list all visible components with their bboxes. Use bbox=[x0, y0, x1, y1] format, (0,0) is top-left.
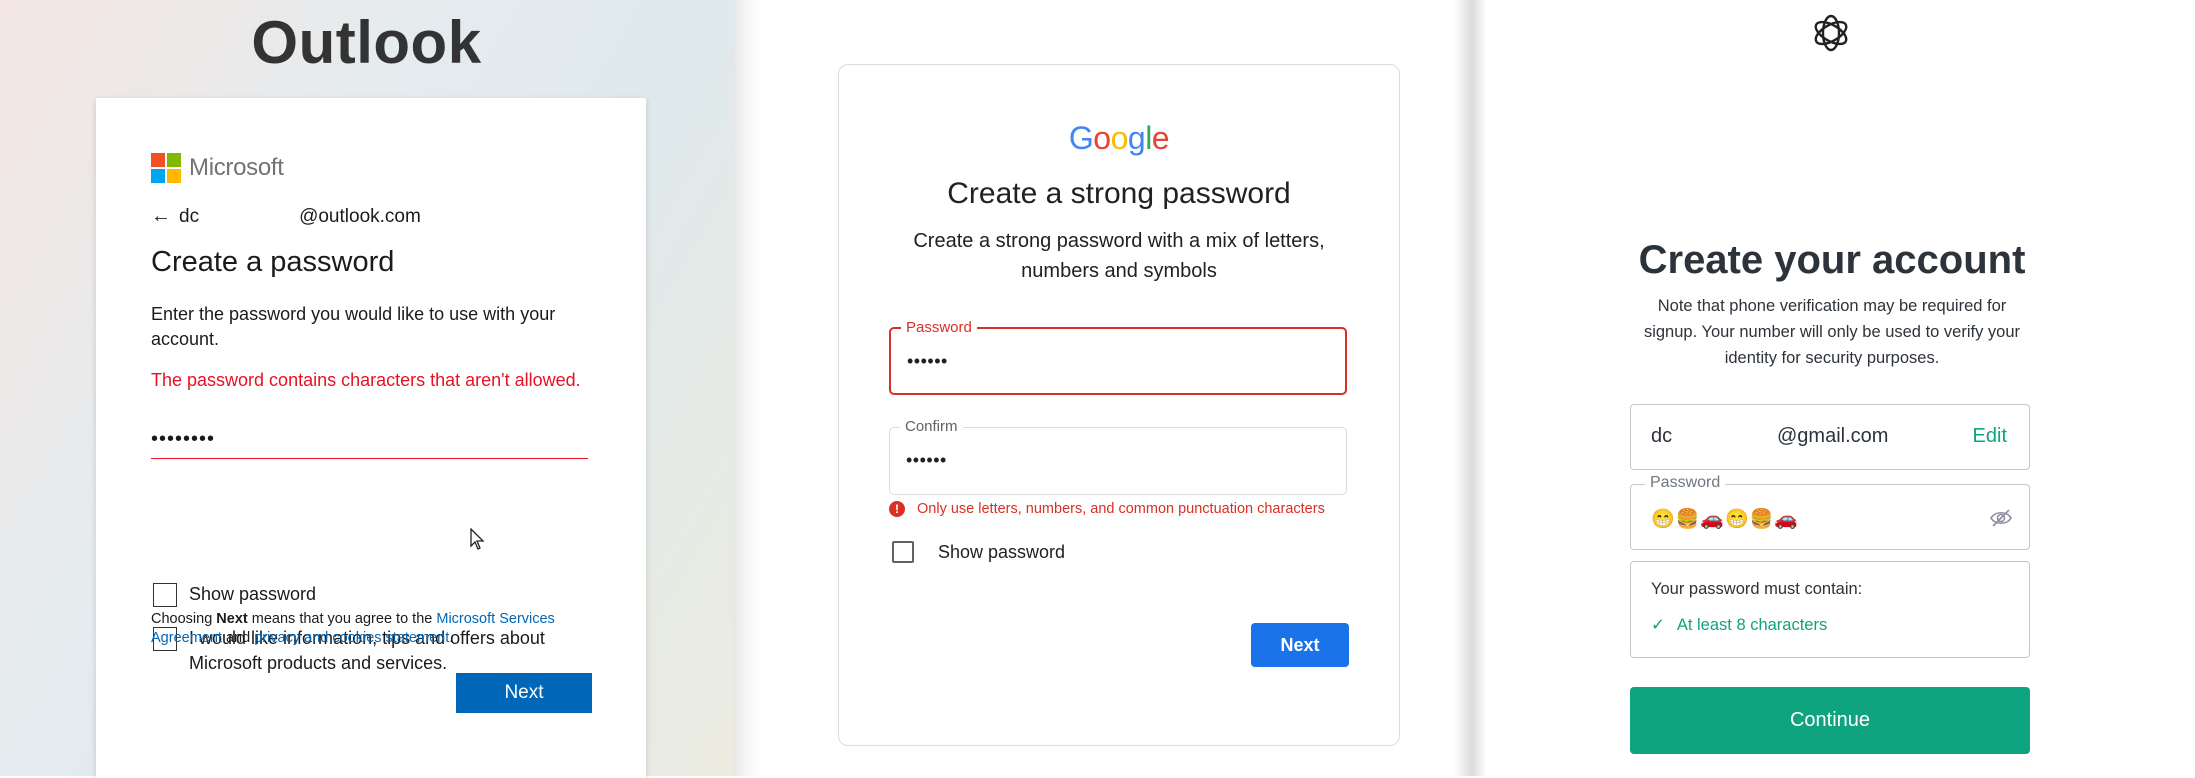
subtitle: Note that phone verification may be requ… bbox=[1643, 297, 2021, 367]
show-password-checkbox[interactable]: Show password bbox=[892, 541, 1065, 563]
checkbox-icon[interactable] bbox=[153, 583, 177, 607]
error-message: The password contains characters that ar… bbox=[151, 370, 581, 390]
next-button[interactable]: Next bbox=[456, 673, 592, 713]
legal-end: . bbox=[449, 630, 454, 646]
error-message: ! Only use letters, numbers, and common … bbox=[889, 501, 1325, 517]
password-field[interactable]: Password 😁🍔🚗😁🍔🚗 bbox=[1630, 474, 2030, 550]
password-label: Password bbox=[901, 319, 977, 336]
openai-panel: Create your account Note that phone veri… bbox=[1487, 0, 2195, 776]
show-password-checkbox[interactable]: Show password bbox=[153, 582, 316, 607]
page-title: Create a password bbox=[151, 246, 395, 278]
requirement-text: At least 8 characters bbox=[1676, 616, 1828, 634]
page-title: Create a strong password bbox=[947, 177, 1291, 210]
google-panel: Google Create a strong password Create a… bbox=[762, 0, 1454, 776]
hide-password-eye-icon[interactable] bbox=[1989, 507, 2013, 529]
openai-logo-icon bbox=[1814, 14, 1848, 52]
password-label: Password bbox=[1645, 474, 1726, 492]
google-signup-card: Google Create a strong password Create a… bbox=[838, 64, 1400, 746]
show-password-label: Show password bbox=[938, 541, 1066, 562]
page-title: Create your account bbox=[1638, 238, 2026, 282]
description: Enter the password you would like to use… bbox=[151, 304, 556, 349]
password-value[interactable]: 😁🍔🚗😁🍔🚗 bbox=[1651, 507, 1799, 531]
back-email-row[interactable]: ← dc @outlook.com bbox=[151, 205, 421, 228]
panel-title: Outlook bbox=[251, 9, 482, 76]
legal-mid: means that you agree to the bbox=[247, 611, 437, 627]
email-domain: @outlook.com bbox=[299, 205, 421, 227]
subtitle: Create a strong password with a mix of l… bbox=[913, 230, 1325, 282]
next-button[interactable]: Next bbox=[1251, 623, 1349, 667]
confirm-field[interactable]: Confirm •••••• bbox=[889, 418, 1347, 495]
google-logo: Google bbox=[1068, 120, 1170, 156]
password-requirements: Your password must contain: ✓ At least 8 … bbox=[1630, 561, 2030, 658]
email-field: dc @gmail.com Edit bbox=[1630, 404, 2030, 470]
legal-bold: Next bbox=[216, 611, 248, 627]
microsoft-logo-icon bbox=[151, 153, 181, 183]
microsoft-signup-card: Microsoft ← dc @outlook.com Create a pas… bbox=[96, 98, 646, 778]
checkmark-icon: ✓ bbox=[1651, 616, 1665, 634]
email-prefix: dc bbox=[179, 205, 200, 227]
password-value[interactable]: •••••• bbox=[907, 351, 948, 372]
password-field[interactable]: Password •••••• bbox=[889, 319, 1347, 395]
legal-and: and bbox=[221, 630, 255, 646]
error-icon: ! bbox=[889, 501, 905, 517]
mouse-cursor-icon bbox=[469, 527, 485, 556]
divider bbox=[733, 0, 762, 776]
requirement-item: ✓ At least 8 characters bbox=[1651, 615, 1827, 635]
show-password-label: Show password bbox=[189, 584, 317, 604]
confirm-label: Confirm bbox=[900, 418, 963, 435]
confirm-value[interactable]: •••••• bbox=[906, 450, 947, 471]
legal-text: Choosing Next means that you agree to th… bbox=[151, 610, 591, 648]
divider bbox=[1454, 0, 1487, 776]
microsoft-logo: Microsoft bbox=[151, 153, 284, 183]
checkbox-icon[interactable] bbox=[892, 541, 914, 563]
password-input[interactable]: •••••••• bbox=[151, 428, 588, 459]
brand-name: Microsoft bbox=[189, 154, 284, 181]
back-arrow-icon[interactable]: ← bbox=[151, 205, 171, 228]
requirements-title: Your password must contain: bbox=[1651, 580, 1863, 598]
error-text: Only use letters, numbers, and common pu… bbox=[917, 501, 1325, 517]
continue-button[interactable]: Continue bbox=[1630, 687, 2030, 754]
privacy-statement-link[interactable]: privacy and cookies statement bbox=[254, 630, 449, 646]
email-prefix: dc bbox=[1651, 425, 1673, 447]
email-domain: @gmail.com bbox=[1777, 425, 1889, 447]
edit-email-link[interactable]: Edit bbox=[1973, 425, 2007, 448]
outlook-panel: Outlook Microsoft ← dc @outlook.com Crea… bbox=[0, 0, 733, 778]
legal-pre: Choosing bbox=[151, 611, 217, 627]
